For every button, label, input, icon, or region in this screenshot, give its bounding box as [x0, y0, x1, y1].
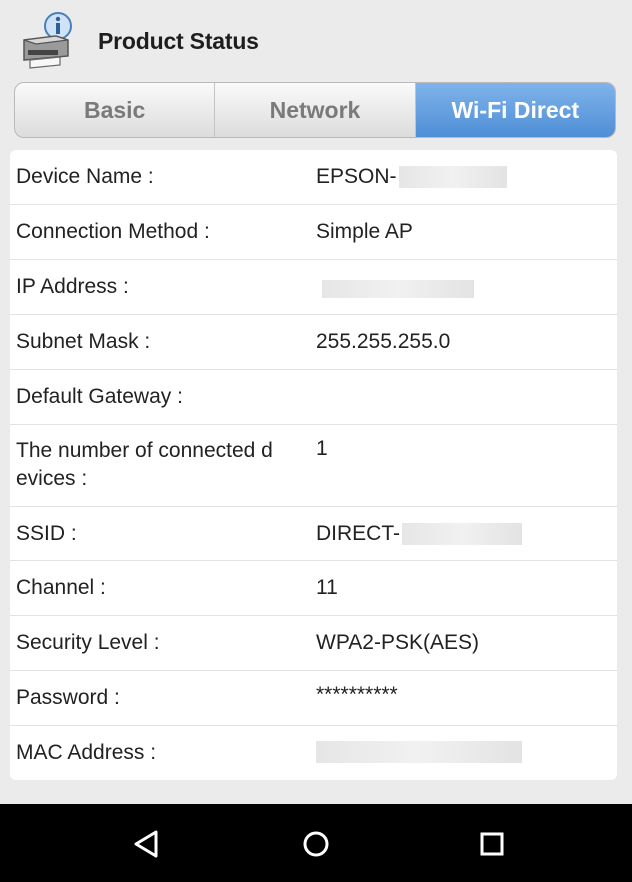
- detail-row-subnet-mask: Subnet Mask : 255.255.255.0: [10, 315, 617, 370]
- tab-bar: Basic Network Wi-Fi Direct: [14, 82, 616, 138]
- detail-row-password: Password : **********: [10, 671, 617, 726]
- tab-basic[interactable]: Basic: [15, 83, 216, 137]
- detail-label: IP Address :: [16, 275, 129, 298]
- detail-value: Simple AP: [316, 220, 413, 243]
- printer-info-icon: [23, 12, 72, 69]
- detail-value: DIRECT-: [316, 522, 522, 546]
- app-header: Product Status: [0, 0, 632, 80]
- detail-value: 11: [316, 576, 338, 599]
- detail-row-security-level: Security Level : WPA2-PSK(AES): [10, 616, 617, 671]
- recents-square-icon[interactable]: [472, 824, 512, 864]
- detail-label: Connection Method :: [16, 220, 210, 243]
- redacted-block: [322, 280, 474, 299]
- detail-row-connected-devices: The number of connected d evices : 1: [10, 425, 617, 507]
- detail-label: The number of connected d evices :: [16, 439, 273, 490]
- detail-row-ip-address: IP Address :: [10, 260, 617, 315]
- redacted-block: [316, 741, 522, 764]
- detail-row-device-name: Device Name : EPSON-: [10, 150, 617, 205]
- detail-row-connection-method: Connection Method : Simple AP: [10, 205, 617, 260]
- detail-value: 255.255.255.0: [316, 330, 451, 353]
- detail-label: Default Gateway :: [16, 385, 183, 408]
- redacted-block: [402, 523, 522, 546]
- detail-value: [316, 740, 522, 764]
- detail-label: Security Level :: [16, 631, 160, 654]
- detail-row-mac-address: MAC Address :: [10, 726, 617, 780]
- detail-row-channel: Channel : 11: [10, 561, 617, 616]
- detail-value: WPA2-PSK(AES): [316, 631, 479, 654]
- detail-label: MAC Address :: [16, 741, 157, 764]
- back-triangle-icon[interactable]: [126, 824, 166, 864]
- detail-label: Device Name :: [16, 165, 154, 188]
- detail-label: Channel :: [16, 576, 106, 599]
- android-nav-bar: [0, 804, 632, 882]
- detail-label: SSID :: [16, 522, 77, 545]
- tab-network[interactable]: Network: [215, 83, 416, 137]
- detail-value: **********: [316, 683, 398, 706]
- redacted-block: [398, 166, 507, 189]
- detail-label: Subnet Mask :: [16, 330, 151, 353]
- detail-label: Password :: [16, 686, 120, 709]
- tab-wifi-direct[interactable]: Wi-Fi Direct: [415, 83, 615, 137]
- page-title: Product Status: [98, 28, 259, 54]
- detail-value: EPSON-: [316, 165, 507, 189]
- detail-row-default-gateway: Default Gateway :: [10, 370, 617, 425]
- detail-value: 1: [316, 437, 328, 460]
- detail-value: [316, 277, 474, 301]
- status-details-panel: Device Name : EPSON- Connection Method :…: [10, 150, 617, 780]
- home-circle-icon[interactable]: [296, 824, 336, 864]
- detail-row-ssid: SSID : DIRECT-: [10, 507, 617, 561]
